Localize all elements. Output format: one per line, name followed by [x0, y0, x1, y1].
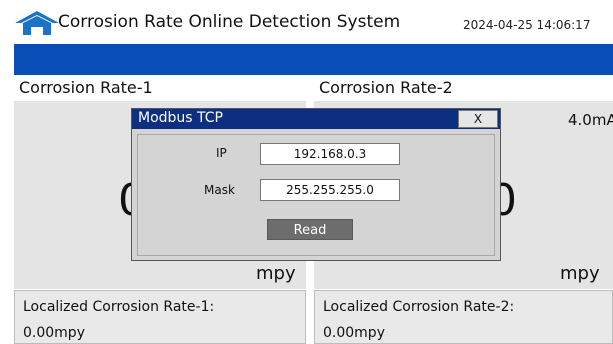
- localized-rate-1-box: Localized Corrosion Rate-1: 0.00mpy: [14, 290, 306, 344]
- panel-title-2: Corrosion Rate-2: [319, 78, 453, 97]
- localized-rate-2-label: Localized Corrosion Rate-2:: [323, 299, 515, 315]
- header-bar: [14, 44, 613, 75]
- datetime: 2024-04-25 14:06:17: [463, 18, 591, 32]
- mask-field[interactable]: 255.255.255.0: [260, 179, 400, 201]
- localized-rate-2-box: Localized Corrosion Rate-2: 0.00mpy: [314, 290, 613, 344]
- modbus-tcp-dialog: Modbus TCP X IP 192.168.0.3 Mask 255.255…: [131, 108, 501, 261]
- close-button[interactable]: X: [458, 110, 498, 128]
- unit-label-1: mpy: [256, 263, 296, 284]
- dialog-titlebar[interactable]: Modbus TCP X: [132, 109, 500, 129]
- home-icon[interactable]: [15, 11, 59, 35]
- ip-field[interactable]: 192.168.0.3: [260, 143, 400, 165]
- localized-rate-1-label: Localized Corrosion Rate-1:: [23, 299, 215, 315]
- app-title: Corrosion Rate Online Detection System: [58, 12, 401, 32]
- read-button[interactable]: Read: [267, 219, 353, 240]
- ip-label: IP: [216, 146, 227, 160]
- localized-rate-1-value: 0.00mpy: [23, 325, 85, 341]
- dialog-title: Modbus TCP: [138, 110, 223, 126]
- dialog-body: IP 192.168.0.3 Mask 255.255.255.0 Read: [137, 134, 495, 256]
- header: Corrosion Rate Online Detection System 2…: [0, 0, 613, 44]
- panel-title-1: Corrosion Rate-1: [19, 78, 153, 97]
- localized-rate-2-value: 0.00mpy: [323, 325, 385, 341]
- mask-label: Mask: [204, 183, 235, 197]
- unit-label-2: mpy: [560, 263, 600, 284]
- current-reading: 4.0mA: [568, 111, 613, 129]
